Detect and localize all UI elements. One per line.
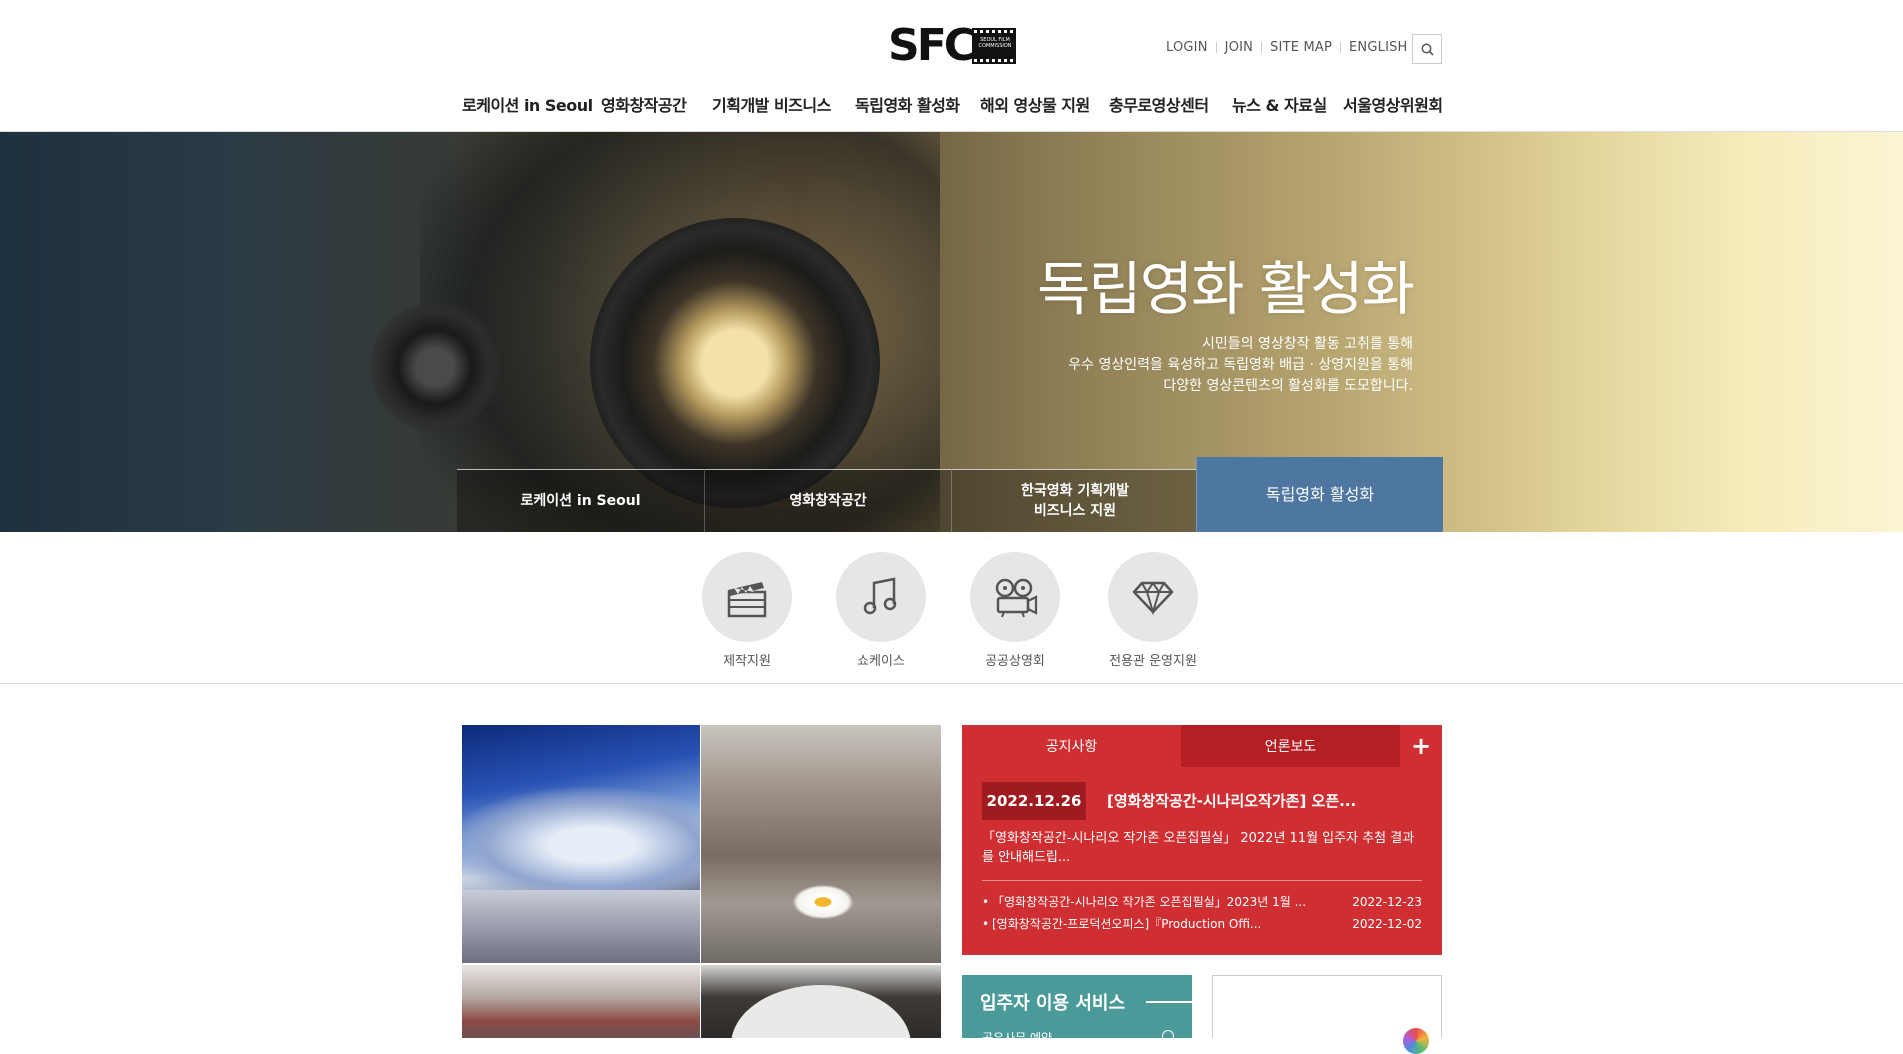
photo-gallery <box>462 725 941 1038</box>
notice-board: 공지사항 언론보도 + 2022.12.26 [영화창작공간-시나리오작가존] … <box>962 725 1442 955</box>
divider <box>1340 42 1342 53</box>
icon-circle <box>1108 552 1198 642</box>
hero-tab-location[interactable]: 로케이션 in Seoul <box>457 469 704 532</box>
service-production-support[interactable]: 제작지원 <box>687 552 807 669</box>
plus-circle-icon[interactable] <box>1162 1030 1174 1042</box>
gallery-photo-ddp[interactable] <box>462 725 700 963</box>
divider <box>982 880 1422 881</box>
nav-item-indie-film[interactable]: 독립영화 활성화 <box>855 92 960 116</box>
diamond-icon <box>1132 581 1174 616</box>
sfc-logo[interactable]: SFC SEOUL FILM COMMISSION <box>888 24 1016 68</box>
nav-item-overseas[interactable]: 해외 영상물 지원 <box>980 92 1090 116</box>
login-link[interactable]: LOGIN <box>1166 40 1208 55</box>
bullet: • <box>982 895 990 909</box>
list-item-date: 2022-12-23 <box>1352 895 1422 909</box>
title-line <box>1146 1001 1192 1003</box>
music-note-icon <box>863 577 897 615</box>
film-projector-icon <box>995 578 1038 618</box>
gallery-photo-village[interactable] <box>462 965 700 1038</box>
service-showcase[interactable]: 쇼케이스 <box>821 552 941 669</box>
bullet: • <box>982 917 990 931</box>
icon-circle <box>970 552 1060 642</box>
service-public-screening[interactable]: 공공상영회 <box>955 552 1075 669</box>
hero-title: 독립영화 활성화 <box>1037 255 1415 323</box>
hero-desc-line: 다양한 영상콘텐츠의 활성화를 도모합니다. <box>1163 378 1413 394</box>
featured-notice-summary[interactable]: 「영화창작공간-시나리오 작가존 오픈집필실」 2022년 11월 입주자 추첨… <box>982 829 1422 867</box>
list-item-title: 「영화창작공간-시나리오 작가존 오픈집필실」2023년 1월 ... <box>992 895 1307 909</box>
hero-tab-indie-film[interactable]: 독립영화 활성화 <box>1196 457 1443 532</box>
promo-box[interactable] <box>1212 975 1442 1054</box>
projector-knob <box>370 302 500 432</box>
logo-subtitle: SEOUL FILM COMMISSION <box>978 37 1012 49</box>
service-box-title: 입주자 이용 서비스 <box>980 993 1126 1014</box>
more-button[interactable]: + <box>1400 725 1442 767</box>
hero-tab-creative-space[interactable]: 영화창작공간 <box>704 469 951 532</box>
featured-date-badge: 2022.12.26 <box>982 782 1086 820</box>
english-link[interactable]: ENGLISH <box>1349 40 1408 55</box>
main-nav: 로케이션 in Seoul 영화창작공간 기획개발 비즈니스 독립영화 활성화 … <box>0 92 1903 116</box>
list-item[interactable]: • 「영화창작공간-시나리오 작가존 오픈집필실」2023년 1월 ... 20… <box>982 891 1422 913</box>
search-button[interactable] <box>1412 34 1442 64</box>
nav-item-creative-space[interactable]: 영화창작공간 <box>601 92 687 116</box>
nav-item-news[interactable]: 뉴스 & 자료실 <box>1232 92 1327 116</box>
site-header: SFC SEOUL FILM COMMISSION LOGIN JOIN SIT… <box>0 0 1903 132</box>
flower-painting <box>793 885 853 919</box>
featured-notice-title[interactable]: [영화창작공간-시나리오작가존] 오픈... <box>1107 782 1356 820</box>
board-tabs: 공지사항 언론보도 + <box>962 725 1442 767</box>
clapperboard-icon <box>727 582 767 618</box>
service-icons: 제작지원 쇼케이스 공공상영회 전용관 운영지원 <box>0 532 1903 684</box>
hero-desc-line: 우수 영상인력을 육성하고 독립영화 배급 · 상영지원을 통해 <box>1068 357 1413 373</box>
service-theater-support[interactable]: 전용관 운영지원 <box>1093 552 1213 669</box>
nav-item-commission[interactable]: 서울영상위원회 <box>1343 92 1443 116</box>
join-link[interactable]: JOIN <box>1225 40 1253 55</box>
logo-text: SFC <box>888 20 976 71</box>
list-item-date: 2022-12-02 <box>1352 917 1422 931</box>
hero-tabs: 로케이션 in Seoul 영화창작공간 한국영화 기획개발 비즈니스 지원 독… <box>457 457 1443 532</box>
icon-circle <box>836 552 926 642</box>
gallery-photo-tunnel[interactable] <box>701 965 941 1038</box>
service-label: 전용관 운영지원 <box>1109 654 1197 669</box>
hero-banner: 독립영화 활성화 시민들의 영상창작 활동 고취를 통해 우수 영상인력을 육성… <box>0 132 1903 532</box>
tenant-service-box: 입주자 이용 서비스 공유사무 예약 <box>962 975 1192 1045</box>
gallery-photo-alley-stairs[interactable] <box>701 725 941 963</box>
search-icon <box>1421 43 1434 56</box>
list-item[interactable]: • [영화창작공간-프로덕션오피스]『Production Offi... 20… <box>982 913 1422 935</box>
utility-nav: LOGIN JOIN SITE MAP ENGLISH <box>1166 40 1408 55</box>
nav-item-planning[interactable]: 기획개발 비즈니스 <box>712 92 831 116</box>
promo-graphic <box>1403 1028 1429 1054</box>
hero-tab-planning[interactable]: 한국영화 기획개발 비즈니스 지원 <box>951 469 1198 532</box>
service-label: 제작지원 <box>723 654 771 669</box>
icon-circle <box>702 552 792 642</box>
sitemap-link[interactable]: SITE MAP <box>1270 40 1332 55</box>
nav-item-location[interactable]: 로케이션 in Seoul <box>462 92 593 116</box>
tab-press[interactable]: 언론보도 <box>1181 725 1400 767</box>
hero-description: 시민들의 영상창작 활동 고취를 통해 우수 영상인력을 육성하고 독립영화 배… <box>1068 334 1413 397</box>
hero-desc-line: 시민들의 영상창작 활동 고취를 통해 <box>1202 336 1413 352</box>
divider <box>1261 42 1263 53</box>
tab-notices[interactable]: 공지사항 <box>962 725 1181 767</box>
list-item-title: [영화창작공간-프로덕션오피스]『Production Offi... <box>992 917 1262 931</box>
service-label: 공공상영회 <box>985 654 1045 669</box>
nav-item-chungmuro[interactable]: 충무로영상센터 <box>1109 92 1209 116</box>
divider <box>1215 42 1217 53</box>
notice-list: • 「영화창작공간-시나리오 작가존 오픈집필실」2023년 1월 ... 20… <box>982 891 1422 935</box>
service-label: 쇼케이스 <box>857 654 905 669</box>
